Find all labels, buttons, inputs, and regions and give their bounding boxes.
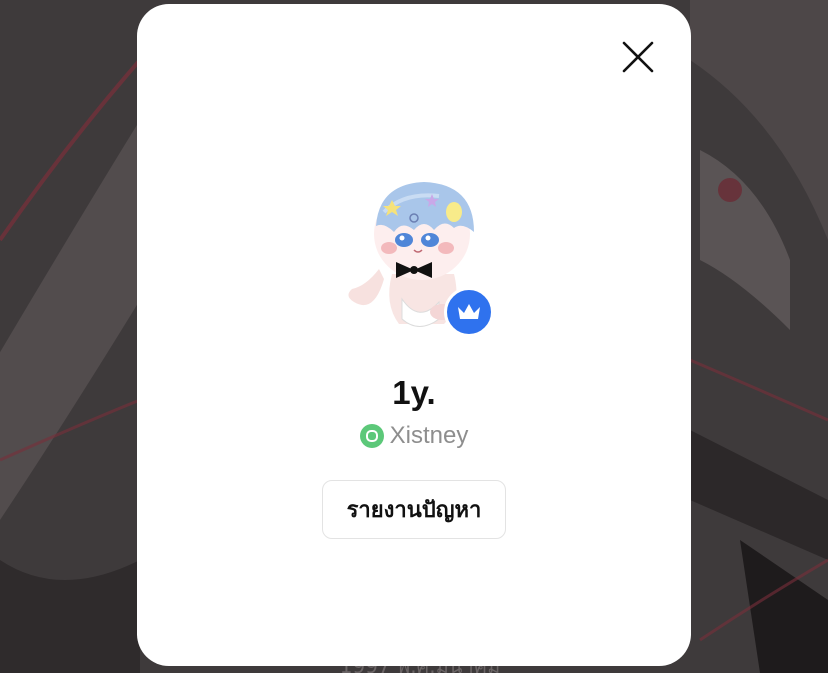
profile-modal: 1y. Xistney รายงานปัญหา xyxy=(137,4,691,666)
avatar[interactable] xyxy=(344,174,496,344)
report-problem-button[interactable]: รายงานปัญหา xyxy=(322,480,506,539)
handle-text: Xistney xyxy=(389,422,469,449)
crown-badge xyxy=(444,287,494,337)
handle-row: Xistney xyxy=(137,422,691,450)
close-button[interactable] xyxy=(621,40,655,74)
crown-icon xyxy=(458,304,480,319)
close-icon xyxy=(622,41,654,73)
display-name: 1y. xyxy=(392,374,436,411)
app-logo-icon xyxy=(359,424,384,448)
